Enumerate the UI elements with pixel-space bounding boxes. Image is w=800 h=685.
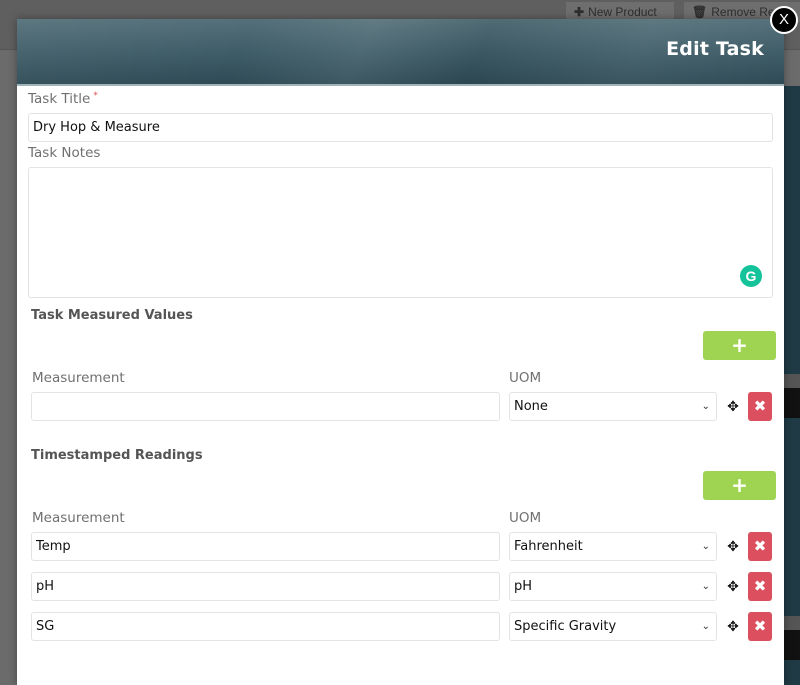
background-divider [784, 616, 800, 630]
measurement-header: Measurement [32, 370, 125, 386]
reading-uom-select[interactable]: Specific Gravity ⌄ [509, 612, 717, 641]
timestamped-readings-title: Timestamped Readings [31, 448, 203, 463]
measured-values-title: Task Measured Values [31, 308, 193, 323]
trash-icon: 🗑 [692, 5, 708, 19]
background-divider [784, 374, 800, 388]
chevron-down-icon: ⌄ [701, 541, 710, 552]
uom-header: UOM [509, 370, 542, 386]
move-icon[interactable]: ✥ [726, 400, 740, 414]
close-icon: ✖ [753, 577, 767, 595]
delete-reading-button[interactable]: ✖ [748, 572, 772, 601]
edit-task-modal: Edit Task Task Title * Dry Hop & Measure … [17, 19, 784, 685]
chevron-down-icon: ⌄ [701, 401, 710, 412]
delete-reading-button[interactable]: ✖ [748, 532, 772, 561]
add-timestamped-reading-button[interactable]: + [703, 471, 776, 500]
task-notes-textarea[interactable]: G [28, 167, 773, 298]
reading-measurement-input[interactable]: SG [31, 612, 500, 641]
background-row [784, 388, 800, 418]
uom-header: UOM [509, 510, 542, 526]
measured-value-uom-select[interactable]: None ⌄ [509, 392, 717, 421]
delete-reading-button[interactable]: ✖ [748, 612, 772, 641]
chevron-down-icon: ⌄ [701, 621, 710, 632]
task-notes-label: Task Notes [28, 145, 101, 161]
move-icon[interactable]: ✥ [726, 620, 740, 634]
delete-measured-value-button[interactable]: ✖ [748, 392, 772, 421]
background-row [784, 630, 800, 660]
chevron-down-icon: ⌄ [701, 581, 710, 592]
modal-title: Edit Task [666, 38, 764, 60]
background-panel [784, 86, 800, 685]
plus-icon: ✚ [574, 5, 585, 19]
task-title-label: Task Title * [28, 91, 98, 107]
close-icon: ✖ [753, 617, 767, 635]
measured-value-measurement-input[interactable] [31, 392, 500, 421]
measurement-header: Measurement [32, 510, 125, 526]
reading-measurement-input[interactable]: pH [31, 572, 500, 601]
add-measured-value-button[interactable]: + [703, 331, 776, 360]
grammarly-icon[interactable]: G [740, 265, 762, 287]
required-marker: * [93, 91, 98, 101]
move-icon[interactable]: ✥ [726, 540, 740, 554]
modal-header: Edit Task [17, 19, 784, 86]
reading-uom-select[interactable]: pH ⌄ [509, 572, 717, 601]
move-icon[interactable]: ✥ [726, 580, 740, 594]
close-modal-button[interactable]: X [770, 6, 798, 34]
reading-uom-select[interactable]: Fahrenheit ⌄ [509, 532, 717, 561]
close-icon: ✖ [753, 397, 767, 415]
close-icon: ✖ [753, 537, 767, 555]
task-title-input[interactable]: Dry Hop & Measure [28, 113, 773, 142]
reading-measurement-input[interactable]: Temp [31, 532, 500, 561]
